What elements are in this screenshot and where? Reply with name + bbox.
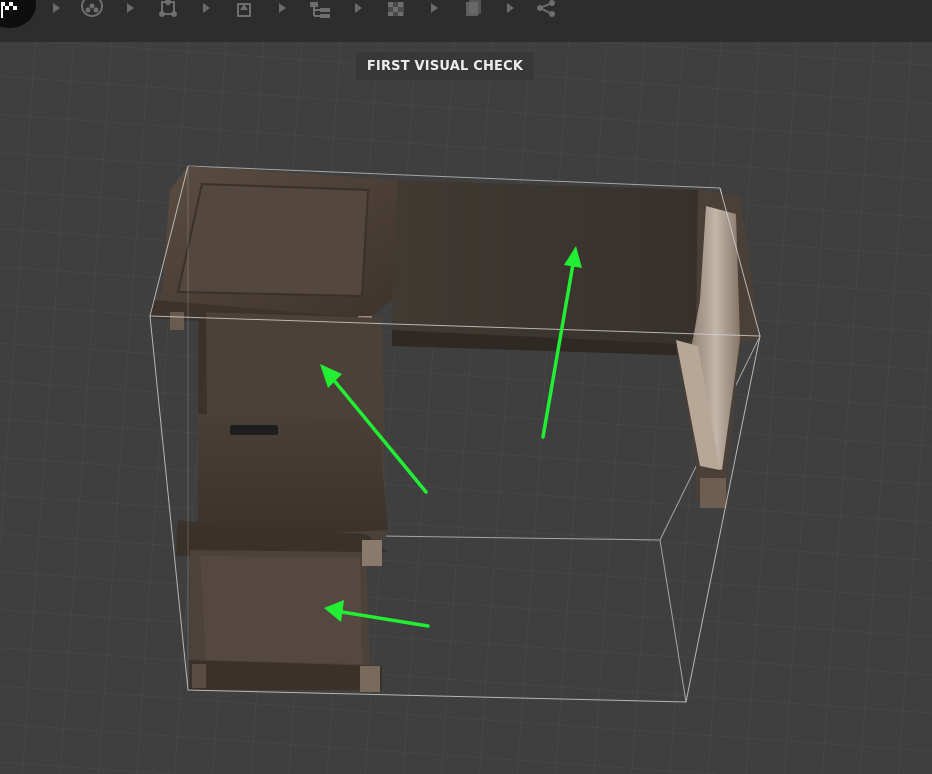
home-flag-button[interactable] [0, 0, 36, 28]
checker-icon [388, 2, 404, 16]
flag-icon [1, 2, 17, 18]
nodes-icon [81, 0, 103, 17]
step-arrow-icon [50, 0, 62, 14]
checker-button[interactable] [376, 0, 416, 22]
box-down-icon [237, 3, 251, 17]
step-arrow-icon [124, 0, 136, 14]
drawer-handle [230, 425, 278, 435]
skeleton-button[interactable] [148, 0, 188, 22]
top-toolbar [0, 0, 932, 42]
hierarchy-icon [310, 2, 330, 18]
box-down-button[interactable] [224, 0, 264, 22]
skeleton-icon [159, 0, 177, 17]
step-arrow-icon [352, 0, 364, 14]
step-arrow-icon [276, 0, 288, 14]
share-button[interactable] [526, 0, 566, 22]
3d-viewport[interactable] [0, 0, 932, 774]
nodes-button[interactable] [72, 0, 112, 22]
step-title: FIRST VISUAL CHECK [356, 52, 534, 80]
share-icon [537, 0, 555, 17]
material-button[interactable] [452, 0, 492, 22]
viewport-grid [0, 0, 932, 774]
hierarchy-button[interactable] [300, 0, 340, 22]
step-arrow-icon [428, 0, 440, 14]
step-arrow-icon [504, 0, 516, 14]
step-arrow-icon [200, 0, 212, 14]
material-icon [466, 0, 481, 16]
app-window: FIRST VISUAL CHECK [0, 0, 932, 774]
